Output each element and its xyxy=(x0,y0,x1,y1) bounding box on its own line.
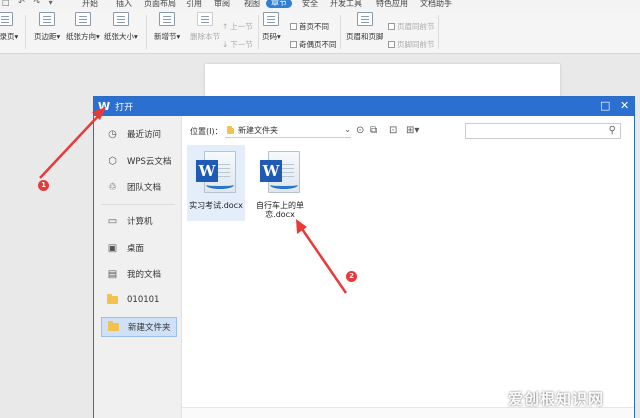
quick-access-icons[interactable]: □ ↶ ↷ ▾ xyxy=(2,0,56,7)
word-document-icon: W xyxy=(260,151,300,197)
new-folder-icon[interactable]: ⊡ xyxy=(389,125,397,136)
folder-icon xyxy=(107,294,118,304)
team-icon: ♲ xyxy=(108,181,117,193)
checkbox-icon xyxy=(290,41,297,48)
ribbon-divider xyxy=(438,15,439,49)
paper-size-icon xyxy=(112,12,129,26)
checkbox-icon xyxy=(290,23,297,30)
annotation-badge-2: 2 xyxy=(346,271,357,282)
margins-icon xyxy=(39,12,56,26)
tab-start[interactable]: 开始 xyxy=(82,0,98,9)
sidebar-item-desktop[interactable]: ▣ 桌面 xyxy=(101,238,177,258)
prev-section-button[interactable]: ↑ 上一节 xyxy=(222,21,253,32)
orientation-button[interactable]: 纸张方向▾ xyxy=(66,12,100,42)
delete-section-icon xyxy=(197,12,213,26)
tab-page-layout[interactable]: 页面布局 xyxy=(144,0,176,9)
dialog-titlebar: W 打开 □ ✕ xyxy=(94,97,634,116)
page-number-icon xyxy=(263,12,280,26)
clock-icon: ◷ xyxy=(108,128,117,140)
ribbon: 目录页▾ 页边距▾ 纸张方向▾ 纸张大小▾ 新增节▾ 删除本节 ↑上一节 ↓下一… xyxy=(0,9,640,54)
sidebar-item-new-folder[interactable]: 新建文件夹 xyxy=(101,317,177,337)
tab-references[interactable]: 引用 xyxy=(186,0,202,9)
ribbon-divider xyxy=(146,15,147,49)
orientation-icon xyxy=(74,12,91,26)
tab-chapter[interactable]: 章节 xyxy=(266,0,292,8)
menu-bar: □ ↶ ↷ ▾ 开始 插入 页面布局 引用 审阅 视图 章节 安全 开发工具 特… xyxy=(0,0,640,9)
tab-review[interactable]: 审阅 xyxy=(214,0,230,9)
toc-page-button[interactable]: 目录页▾ xyxy=(0,12,18,42)
open-file-dialog: W 打开 □ ✕ ◷ 最近访问 ⬡ WPS云文档 ♲ 团队文档 ▭ 计算机 ▣ 桌面 ▤ 我… xyxy=(93,96,635,418)
my-documents-icon: ▤ xyxy=(107,268,118,280)
sidebar-item-computer[interactable]: ▭ 计算机 xyxy=(101,211,177,231)
same-as-prev-header-checkbox[interactable]: 页眉同前节 xyxy=(388,21,435,32)
file-item-zixingche[interactable]: W 自行车上的单恋.docx xyxy=(251,145,309,221)
folder-icon xyxy=(108,321,119,331)
computer-icon: ▭ xyxy=(107,215,118,227)
search-input[interactable]: ⚲ xyxy=(465,123,621,139)
location-combobox[interactable]: 新建文件夹 ⌄ xyxy=(225,124,351,138)
new-section-icon xyxy=(159,12,176,26)
next-section-icon: ↓ xyxy=(222,40,229,49)
folder-icon xyxy=(227,125,234,134)
tab-features[interactable]: 特色应用 xyxy=(376,0,408,9)
tab-doc-assistant[interactable]: 文档助手 xyxy=(420,0,452,9)
tab-developer[interactable]: 开发工具 xyxy=(330,0,362,9)
checkbox-icon xyxy=(388,23,395,30)
search-icon: ⚲ xyxy=(608,125,616,136)
file-name: 自行车上的单恋.docx xyxy=(256,201,304,219)
ribbon-divider xyxy=(340,15,341,49)
header-footer-icon xyxy=(356,12,373,26)
close-icon[interactable]: ✕ xyxy=(620,99,629,112)
sidebar-item-recent[interactable]: ◷ 最近访问 xyxy=(101,124,177,144)
toc-page-icon xyxy=(0,12,14,26)
desktop-icon: ▣ xyxy=(107,242,118,254)
cloud-doc-icon: ⬡ xyxy=(108,155,117,167)
annotation-badge-1: 1 xyxy=(38,180,49,191)
first-page-different-checkbox[interactable]: 首页不同 xyxy=(290,21,329,32)
wps-logo-icon: W xyxy=(98,100,111,113)
view-mode-icon[interactable]: ⊞▾ xyxy=(406,125,419,136)
delete-section-button[interactable]: 删除本节 xyxy=(190,12,220,42)
location-label: 位置(I)： xyxy=(190,126,223,136)
sidebar-item-my-documents[interactable]: ▤ 我的文档 xyxy=(101,264,177,284)
same-as-prev-footer-checkbox[interactable]: 页脚同前节 xyxy=(388,39,435,50)
up-folder-icon[interactable]: ⧉ xyxy=(370,125,377,136)
dialog-sidebar: ◷ 最近访问 ⬡ WPS云文档 ♲ 团队文档 ▭ 计算机 ▣ 桌面 ▤ 我的文档 01010… xyxy=(94,116,182,418)
prev-section-icon: ↑ xyxy=(222,22,229,31)
dialog-title: 打开 xyxy=(115,103,134,113)
odd-even-different-checkbox[interactable]: 奇偶页不同 xyxy=(290,39,337,50)
checkbox-icon xyxy=(388,41,395,48)
sidebar-item-team[interactable]: ♲ 团队文档 xyxy=(101,177,177,197)
tab-security[interactable]: 安全 xyxy=(302,0,318,9)
header-footer-button[interactable]: 页眉和页脚 xyxy=(346,12,384,42)
new-section-button[interactable]: 新增节▾ xyxy=(154,12,180,42)
page-number-button[interactable]: 页码▾ xyxy=(262,12,281,42)
watermark: 爱创根知识网 xyxy=(508,390,605,408)
sidebar-divider xyxy=(101,204,175,205)
word-document-icon: W xyxy=(196,151,236,197)
tab-view[interactable]: 视图 xyxy=(244,0,260,9)
sidebar-item-folder-010101[interactable]: 010101 xyxy=(101,290,177,310)
chevron-down-icon[interactable]: ⌄ xyxy=(344,125,351,134)
ribbon-divider xyxy=(25,15,26,49)
back-icon[interactable]: ⊙ xyxy=(356,125,364,136)
file-name: 实习考试.docx xyxy=(189,201,243,210)
sidebar-item-wps-cloud[interactable]: ⬡ WPS云文档 xyxy=(101,151,177,171)
next-section-button[interactable]: ↓ 下一节 xyxy=(222,39,253,50)
ribbon-divider xyxy=(258,15,259,49)
margins-button[interactable]: 页边距▾ xyxy=(34,12,60,42)
paper-size-button[interactable]: 纸张大小▾ xyxy=(104,12,138,42)
tab-insert[interactable]: 插入 xyxy=(116,0,132,9)
file-item-shixi-kaoshi[interactable]: W 实习考试.docx xyxy=(187,145,245,221)
maximize-icon[interactable]: □ xyxy=(600,99,610,112)
